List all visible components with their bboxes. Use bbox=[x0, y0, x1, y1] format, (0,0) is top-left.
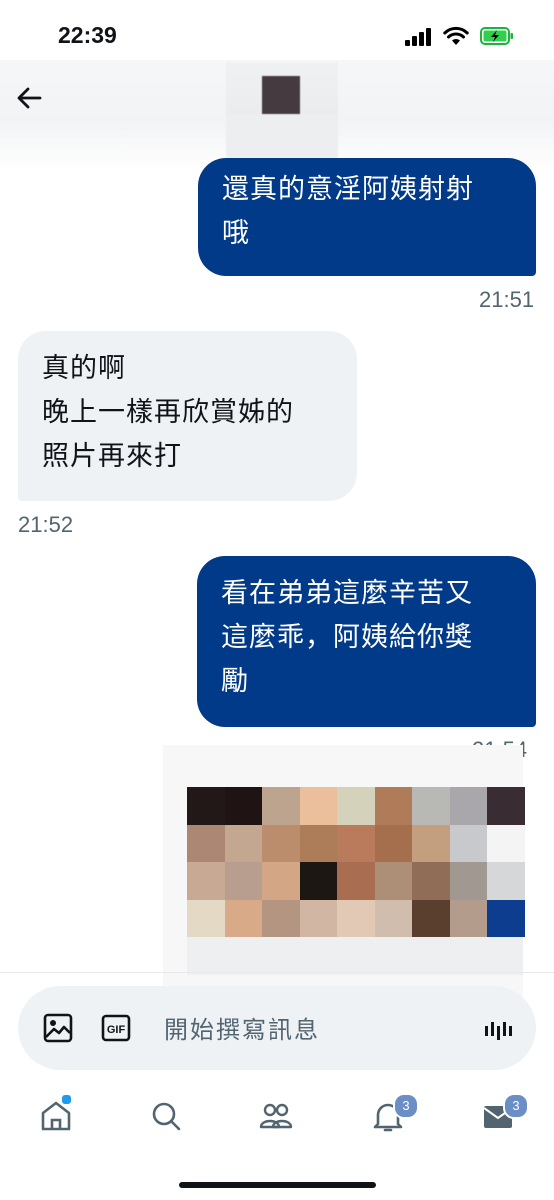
message-composer[interactable]: GIF 開始撰寫訊息 bbox=[18, 986, 536, 1070]
search-icon[interactable] bbox=[148, 1098, 184, 1134]
notification-dot bbox=[60, 1093, 73, 1106]
pixel-block bbox=[187, 862, 225, 900]
message-line: 這麼乖，阿姨給你獎 bbox=[221, 622, 473, 653]
avatar[interactable] bbox=[226, 62, 338, 158]
notifications-badge: 3 bbox=[393, 1093, 419, 1119]
pixel-block bbox=[374, 824, 412, 862]
home-indicator bbox=[179, 1182, 376, 1188]
pixel-block bbox=[187, 787, 225, 825]
messages-badge: 3 bbox=[503, 1093, 529, 1119]
pixel-block bbox=[224, 824, 262, 862]
message-line: 勵 bbox=[221, 666, 249, 697]
pixel-block bbox=[337, 862, 375, 900]
pixel-block bbox=[412, 862, 450, 900]
pixel-block bbox=[299, 899, 337, 937]
pixel-block bbox=[224, 899, 262, 937]
message-timestamp: 21:52 bbox=[18, 512, 74, 537]
message-line: 看在弟弟這麼辛苦又 bbox=[221, 578, 473, 609]
pixelated-image bbox=[187, 787, 525, 937]
pixel-block bbox=[299, 824, 337, 862]
pixel-block bbox=[187, 899, 225, 937]
pixel-block bbox=[299, 862, 337, 900]
pixel-block bbox=[412, 787, 450, 825]
arrow-left-icon[interactable] bbox=[14, 82, 46, 114]
sent-message-bubble[interactable]: 還真的意淫阿姨射射 哦 bbox=[198, 158, 536, 276]
pixel-block bbox=[412, 899, 450, 937]
pixel-block bbox=[299, 787, 337, 825]
status-time: 22:39 bbox=[58, 22, 117, 48]
gif-label: GIF bbox=[107, 1024, 126, 1036]
message-timestamp: 21:51 bbox=[479, 287, 535, 312]
message-line: 晚上一樣再欣賞姊的 bbox=[42, 397, 294, 428]
conversation-header bbox=[0, 60, 554, 170]
pixel-block bbox=[412, 824, 450, 862]
battery-charging-icon bbox=[480, 27, 513, 45]
pixel-block bbox=[337, 824, 375, 862]
wifi-icon bbox=[443, 26, 469, 45]
media-attachment[interactable] bbox=[163, 745, 525, 1010]
pixel-block bbox=[487, 862, 525, 900]
divider bbox=[0, 972, 554, 973]
pixel-block bbox=[487, 824, 525, 862]
pixel-block bbox=[262, 787, 300, 825]
pixel-block bbox=[374, 899, 412, 937]
message-line: 還真的意淫阿姨射射 bbox=[222, 174, 474, 205]
pixel-block bbox=[449, 787, 487, 825]
pixel-block bbox=[449, 899, 487, 937]
message-line: 哦 bbox=[222, 218, 250, 249]
message-line: 照片再來打 bbox=[42, 441, 182, 472]
received-message-bubble[interactable]: 真的啊 晚上一樣再欣賞姊的 照片再來打 bbox=[18, 331, 357, 501]
pixel-block bbox=[374, 787, 412, 825]
pixel-block bbox=[187, 824, 225, 862]
pixel-block bbox=[224, 862, 262, 900]
sent-message-bubble[interactable]: 看在弟弟這麼辛苦又 這麼乖，阿姨給你獎 勵 bbox=[197, 556, 536, 727]
pixel-block bbox=[224, 787, 262, 825]
message-input[interactable]: 開始撰寫訊息 bbox=[164, 1010, 320, 1045]
pixel-block bbox=[337, 787, 375, 825]
pixel-block bbox=[449, 862, 487, 900]
pixel-block bbox=[487, 899, 525, 937]
message-line: 真的啊 bbox=[42, 353, 126, 384]
pixel-block bbox=[262, 862, 300, 900]
cellular-signal-icon bbox=[405, 28, 433, 46]
pixel-block bbox=[337, 899, 375, 937]
pixel-block bbox=[262, 824, 300, 862]
pixel-block bbox=[487, 787, 525, 825]
pixel-block bbox=[449, 824, 487, 862]
gif-icon[interactable]: GIF bbox=[100, 1012, 132, 1044]
voice-waveform-icon[interactable] bbox=[482, 1014, 514, 1046]
pixel-block bbox=[374, 862, 412, 900]
image-icon[interactable] bbox=[42, 1012, 74, 1044]
communities-icon[interactable] bbox=[258, 1098, 294, 1134]
pixel-block bbox=[262, 899, 300, 937]
